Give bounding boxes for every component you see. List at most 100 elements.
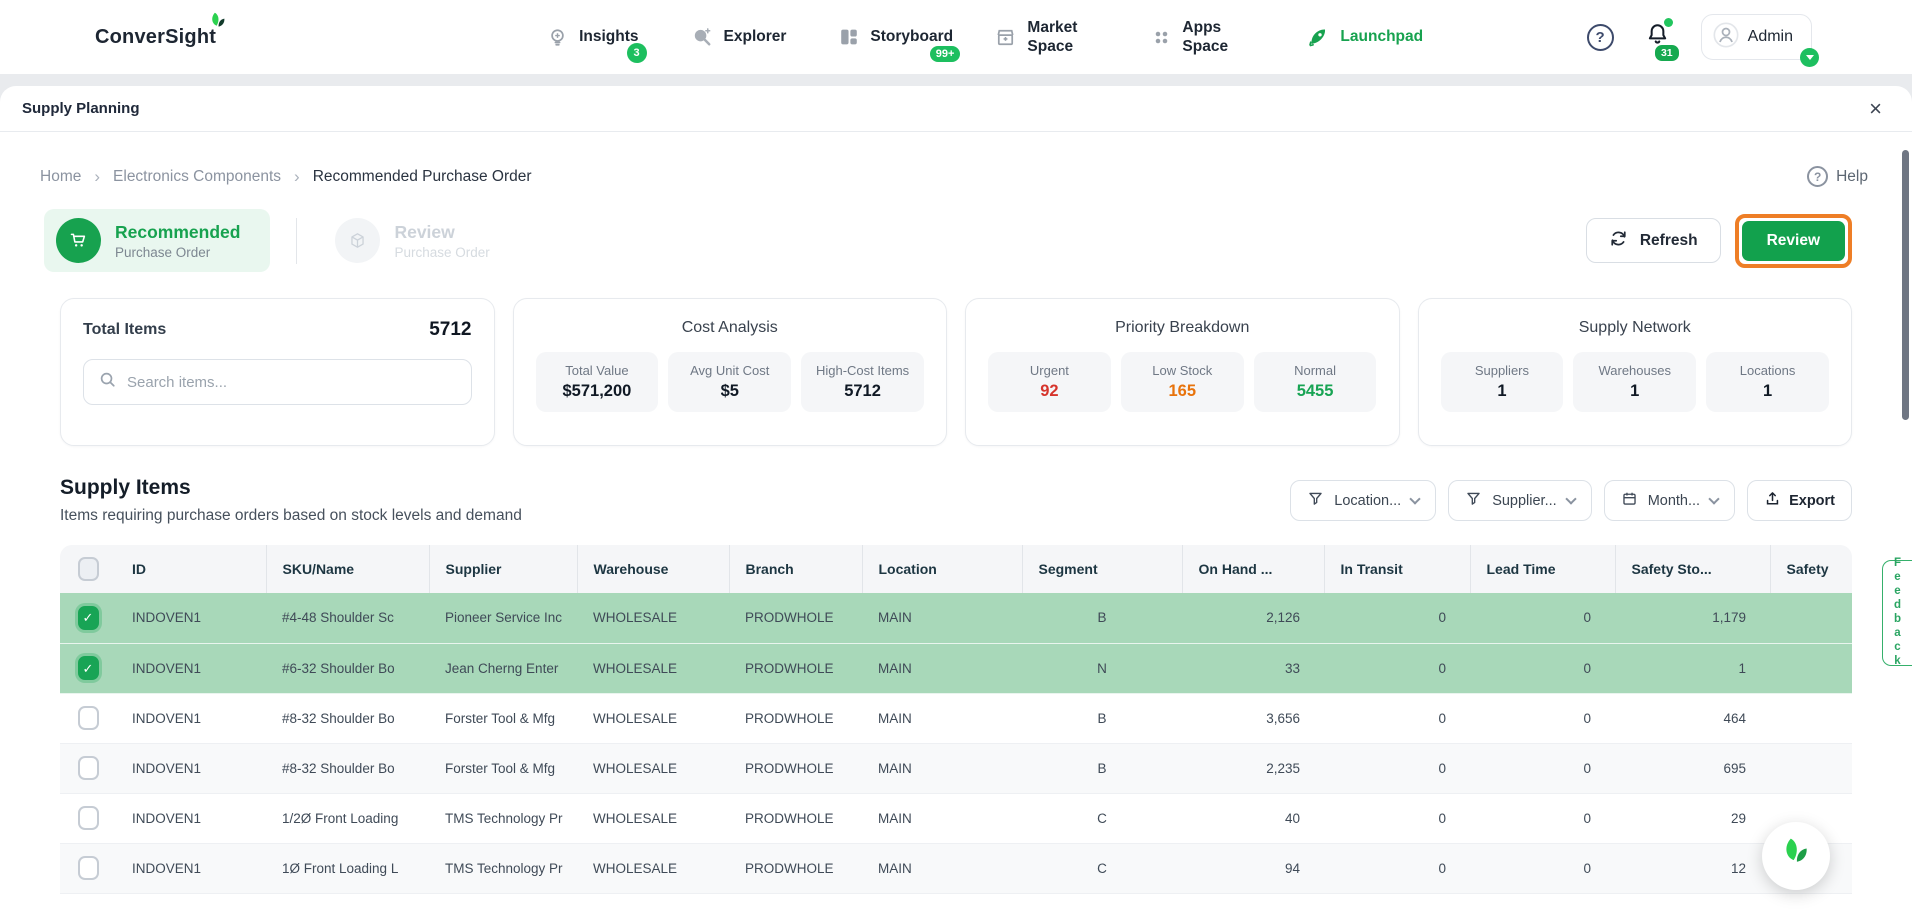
row-checkbox[interactable]: ✓ [78, 656, 99, 680]
nav-label: Insights [579, 27, 638, 46]
refresh-button[interactable]: Refresh [1586, 218, 1721, 263]
divider [296, 218, 297, 264]
calendar-icon [1621, 490, 1638, 511]
cell-on-hand: 2,126 [1182, 593, 1324, 643]
dots-grid-icon [1151, 27, 1172, 48]
cell-warehouse: WHOLESALE [577, 643, 729, 693]
chevron-right-icon: › [94, 167, 100, 187]
app-window: ConverSight Insights 3 Explorer [0, 0, 1912, 917]
nav-label: Market Space [1027, 18, 1099, 57]
vertical-scrollbar[interactable] [1902, 150, 1909, 420]
cell-in-transit: 0 [1324, 743, 1470, 793]
row-checkbox[interactable] [78, 706, 99, 730]
help-icon[interactable]: ? [1587, 24, 1614, 51]
layout-grid-icon [838, 26, 860, 48]
column-header-on-hand[interactable]: On Hand ... [1182, 545, 1324, 593]
nav-item-explorer[interactable]: Explorer [691, 26, 787, 49]
column-header-safety-stock[interactable]: Safety Sto... [1615, 545, 1770, 593]
column-header-branch[interactable]: Branch [729, 545, 862, 593]
export-button[interactable]: Export [1747, 480, 1852, 521]
panel-content: Home › Electronics Components › Recommen… [0, 166, 1912, 894]
account-label: Admin [1748, 28, 1793, 46]
cell-lead-time: 0 [1470, 743, 1615, 793]
column-header-supplier[interactable]: Supplier [429, 545, 577, 593]
row-checkbox[interactable] [78, 856, 99, 880]
close-icon[interactable]: × [1869, 98, 1882, 120]
row-checkbox[interactable] [78, 756, 99, 780]
nav-item-storyboard[interactable]: Storyboard 99+ [838, 26, 942, 48]
cell-warehouse: WHOLESALE [577, 693, 729, 743]
storefront-plus-icon [994, 26, 1017, 49]
step-subtitle: Purchase Order [115, 245, 240, 260]
storyboard-count-badge: 99+ [930, 46, 961, 62]
stat-normal: Normal 5455 [1254, 352, 1377, 412]
cell-sku: 1/2Ø Front Loading [266, 793, 429, 843]
step-recommended-purchase-order[interactable]: Recommended Purchase Order [44, 209, 270, 272]
cell-lead-time: 0 [1470, 693, 1615, 743]
row-checkbox[interactable] [78, 806, 99, 830]
cell-warehouse: WHOLESALE [577, 793, 729, 843]
table-row: INDOVEN1 1Ø Front Loading L TMS Technolo… [60, 843, 1852, 893]
feedback-tab[interactable]: Feedback [1882, 560, 1912, 666]
stat-avg-unit-cost: Avg Unit Cost $5 [668, 352, 791, 412]
supplier-filter-dropdown[interactable]: Supplier... [1448, 480, 1592, 521]
cell-supplier: Forster Tool & Mfg [429, 693, 577, 743]
column-header-segment[interactable]: Segment [1022, 545, 1182, 593]
breadcrumb-electronics-components[interactable]: Electronics Components [113, 168, 281, 186]
nav-item-launchpad[interactable]: Launchpad [1306, 25, 1423, 49]
column-header-id[interactable]: ID [116, 545, 266, 593]
column-header-lead-time[interactable]: Lead Time [1470, 545, 1615, 593]
column-header-sku-name[interactable]: SKU/Name [266, 545, 429, 593]
row-checkbox[interactable]: ✓ [78, 606, 99, 630]
cell-supplier: Jean Cherng Enter [429, 643, 577, 693]
cell-safety-stock: 464 [1615, 693, 1770, 743]
column-header-warehouse[interactable]: Warehouse [577, 545, 729, 593]
search-items-box [83, 359, 472, 405]
cell-branch: PRODWHOLE [729, 643, 862, 693]
cell-sku: #8-32 Shoulder Bo [266, 693, 429, 743]
month-filter-dropdown[interactable]: Month... [1604, 480, 1735, 521]
cell-lead-time: 0 [1470, 593, 1615, 643]
leaf-logo-icon [206, 10, 230, 39]
table-row: INDOVEN1 #8-32 Shoulder Bo Forster Tool … [60, 743, 1852, 793]
insights-count-badge: 3 [627, 43, 647, 63]
table-row: INDOVEN1 #8-32 Shoulder Bo Forster Tool … [60, 693, 1852, 743]
nav-item-insights[interactable]: Insights 3 [546, 26, 638, 49]
nav-item-market-space[interactable]: Market Space [994, 18, 1099, 57]
column-header-location[interactable]: Location [862, 545, 1022, 593]
breadcrumb: Home › Electronics Components › Recommen… [40, 166, 1852, 187]
nav-item-apps-space[interactable]: Apps Space [1151, 18, 1254, 57]
cell-location: MAIN [862, 593, 1022, 643]
cell-sku: #6-32 Shoulder Bo [266, 643, 429, 693]
cell-id: INDOVEN1 [116, 593, 266, 643]
location-filter-dropdown[interactable]: Location... [1290, 480, 1436, 521]
cell-segment: B [1022, 743, 1182, 793]
conversight-logo[interactable]: ConverSight [95, 26, 216, 49]
breadcrumb-home[interactable]: Home [40, 168, 81, 186]
help-link[interactable]: ? Help [1807, 166, 1868, 187]
section-subtitle: Items requiring purchase orders based on… [60, 507, 522, 525]
assistant-chat-button[interactable] [1762, 822, 1830, 890]
supply-items-table: ID SKU/Name Supplier Warehouse Branch Lo… [60, 545, 1852, 894]
cell-safety-stock: 1,179 [1615, 593, 1770, 643]
search-items-input[interactable] [127, 374, 457, 391]
select-all-checkbox[interactable] [78, 557, 99, 581]
notifications-button[interactable]: 31 [1644, 21, 1671, 53]
cell-on-hand: 40 [1182, 793, 1324, 843]
cell-id: INDOVEN1 [116, 793, 266, 843]
cell-branch: PRODWHOLE [729, 843, 862, 893]
cell-branch: PRODWHOLE [729, 743, 862, 793]
column-header-in-transit[interactable]: In Transit [1324, 545, 1470, 593]
cell-safety-stock: 12 [1615, 843, 1770, 893]
chevron-right-icon: › [294, 167, 300, 187]
question-circle-icon: ? [1807, 166, 1828, 187]
cell-segment: B [1022, 693, 1182, 743]
stat-locations: Locations 1 [1706, 352, 1829, 412]
cell-safety [1770, 743, 1852, 793]
total-items-value: 5712 [429, 319, 471, 341]
column-header-safety[interactable]: Safety [1770, 545, 1852, 593]
cell-safety-stock: 29 [1615, 793, 1770, 843]
review-button[interactable]: Review [1742, 221, 1845, 261]
account-menu-button[interactable]: Admin [1701, 14, 1812, 60]
filter-label: Supplier... [1492, 493, 1557, 509]
